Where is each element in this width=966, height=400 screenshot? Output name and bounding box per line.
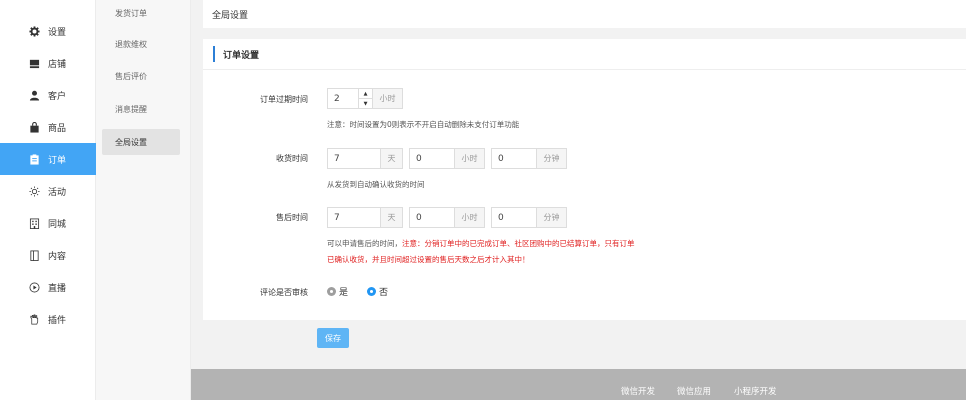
sidebar-item-label: 活动 [48,187,67,198]
hours-unit: 小时 [454,208,484,227]
expire-note: 注意：时间设置为0则表示不开启自动删除未支付订单功能 [327,120,520,129]
sun-icon [28,185,40,197]
receive-hours-input[interactable]: 0 [410,149,454,168]
aftersale-minutes-input[interactable]: 0 [492,208,536,227]
sidebar-item-label: 同城 [48,219,67,230]
expire-time-input[interactable]: 2 [328,89,358,108]
store-icon [28,57,40,69]
expire-unit: 小时 [372,89,402,108]
receive-label: 收货时间 [276,154,308,163]
divider [203,69,966,70]
sidebar-item-label: 内容 [48,251,67,262]
radio-unchecked-icon [327,287,336,296]
submenu-item-refund[interactable]: 退款维权 [102,31,180,57]
aftersale-hours-field: 0 小时 [409,207,485,228]
sidebar-item-label: 订单 [48,155,67,166]
receive-minutes-field: 0 分钟 [491,148,567,169]
section-title: 订单设置 [213,46,259,62]
sidebar-item-label: 直播 [48,283,67,294]
expire-time-stepper: 2 ▲ ▼ 小时 [327,88,403,109]
radio-label: 是 [339,288,349,298]
sidebar-item-label: 客户 [48,91,67,102]
gear-icon [28,25,40,37]
user-icon [28,89,40,101]
stepper-up-icon[interactable]: ▲ [359,89,372,98]
aftersale-note-text: 可以申请售后的时间， [327,239,402,248]
aftersale-note: 可以申请售后的时间，注意：分销订单中的已完成订单、社区团购中的已结算订单，只有订… [327,238,635,249]
sidebar-item-label: 商品 [48,123,67,134]
save-button[interactable]: 保存 [317,328,349,348]
hand-icon [28,313,40,325]
order-settings-panel: 订单设置 订单过期时间 2 ▲ ▼ 小时 注意：时间设置为0则表示不开启自动删除… [203,39,966,320]
clipboard-icon [28,153,40,165]
sidebar-item-order[interactable]: 订单 [0,143,96,175]
stepper-down-icon[interactable]: ▼ [359,98,372,108]
submenu-item-message[interactable]: 消息提醒 [102,96,180,122]
days-unit: 天 [380,208,402,227]
radio-checked-icon [367,287,376,296]
aftersale-warning-text-2: 已确认收货，并且时间超过设置的售后天数之后才计入其中！ [327,255,530,264]
aftersale-hours-input[interactable]: 0 [410,208,454,227]
sidebar-item-plugin[interactable]: 插件 [0,303,96,335]
receive-days-field: 7 天 [327,148,403,169]
submenu-item-shipping[interactable]: 发货订单 [102,0,180,26]
aftersale-minutes-field: 0 分钟 [491,207,567,228]
sidebar-item-store[interactable]: 店铺 [0,47,96,79]
submenu-item-global-settings[interactable]: 全局设置 [102,129,180,155]
sidebar-item-content[interactable]: 内容 [0,239,96,271]
aftersale-days-input[interactable]: 7 [328,208,380,227]
submenu-item-review[interactable]: 售后评价 [102,63,180,89]
sidebar-item-goods[interactable]: 商品 [0,111,96,143]
order-submenu: 发货订单 退款维权 售后评价 消息提醒 全局设置 [96,0,191,400]
play-icon [28,281,40,293]
building-icon [28,217,40,229]
footer-link-wechat-dev[interactable]: 微信开发 [621,385,655,397]
sidebar-item-live[interactable]: 直播 [0,271,96,303]
days-unit: 天 [380,149,402,168]
aftersale-days-field: 7 天 [327,207,403,228]
sidebar-item-customer[interactable]: 客户 [0,79,96,111]
sidebar-item-label: 店铺 [48,59,67,70]
sidebar-item-settings[interactable]: 设置 [0,15,96,47]
receive-hours-field: 0 小时 [409,148,485,169]
sidebar-item-activity[interactable]: 活动 [0,175,96,207]
main-sidebar: 设置 店铺 客户 商品 订单 活动 同城 内容 直播 插件 [0,0,96,400]
expire-label: 订单过期时间 [260,95,308,104]
review-option-yes[interactable]: 是 [327,285,348,298]
receive-note: 从发货到自动确认收货的时间 [327,180,425,189]
review-option-no[interactable]: 否 [367,285,388,298]
page-header: 全局设置 [203,0,966,28]
radio-label: 否 [379,288,389,298]
minutes-unit: 分钟 [536,149,566,168]
receive-minutes-input[interactable]: 0 [492,149,536,168]
stepper-arrows: ▲ ▼ [358,89,372,108]
sidebar-item-label: 插件 [48,315,67,326]
footer-link-wechat-apps[interactable]: 微信应用 [677,385,711,397]
page-title: 全局设置 [212,10,249,21]
aftersale-warning-text: 注意：分销订单中的已完成订单、社区团购中的已结算订单，只有订单 [402,239,635,248]
sidebar-item-label: 设置 [48,27,67,38]
minutes-unit: 分钟 [536,208,566,227]
hours-unit: 小时 [454,149,484,168]
review-label: 评论是否审核 [260,288,308,297]
receive-days-input[interactable]: 7 [328,149,380,168]
footer: 微信开发 微信应用 小程序开发 [191,369,966,400]
bag-icon [28,121,40,133]
aftersale-label: 售后时间 [276,213,308,222]
footer-link-miniprogram-dev[interactable]: 小程序开发 [734,385,777,397]
page-icon [28,249,40,261]
sidebar-item-local[interactable]: 同城 [0,207,96,239]
